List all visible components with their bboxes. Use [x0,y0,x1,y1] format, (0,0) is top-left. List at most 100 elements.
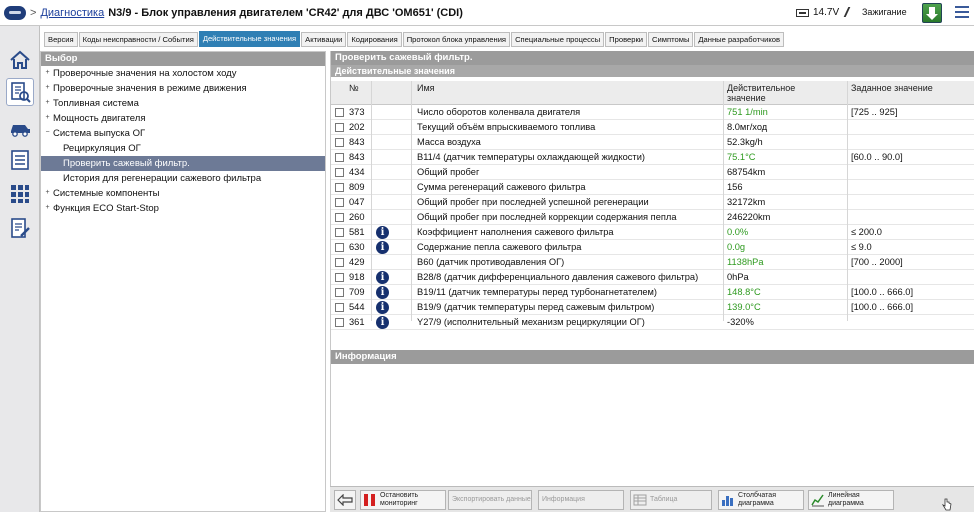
row-setpoint: [60.0 .. 90.0] [851,152,903,162]
breadcrumb-link-diagnostics[interactable]: Диагностика [40,7,104,19]
values-table: № Имя Действительное значение Заданное з… [331,81,974,330]
tab-developer-data[interactable]: Данные разработчиков [694,32,784,47]
row-checkbox[interactable] [335,288,344,297]
tree-item-check-dpf[interactable]: Проверить сажевый фильтр. [41,156,325,171]
line-chart-button[interactable]: Линейная диаграмма [808,490,894,510]
tab-checks[interactable]: Проверки [605,32,648,47]
column-header-actual[interactable]: Действительное значение [727,83,817,103]
table-row[interactable]: 429 B60 (датчик противодавления ОГ) 1138hP… [331,255,974,270]
tab-symptoms[interactable]: Симптомы [648,32,694,47]
row-checkbox[interactable] [335,183,344,192]
row-checkbox[interactable] [335,318,344,327]
bar-chart-button[interactable]: Столбчатая диаграмма [718,490,804,510]
tab-activations[interactable]: Активации [301,32,347,47]
table-row[interactable]: 544 i B19/9 (датчик температуры перед саже… [331,300,974,315]
expand-icon[interactable]: + [44,69,51,77]
tab-actual-values[interactable]: Действительные значения [198,31,301,47]
column-header-name[interactable]: Имя [417,83,723,93]
diagnostics-icon[interactable] [6,78,34,106]
row-actual-value: 52.3kg/h [727,137,763,147]
table-row[interactable]: 843 Масса воздуха 52.3kg/h [331,135,974,150]
table-row[interactable]: 361 i Y27/9 (исполнительный механизм рецир… [331,315,974,330]
row-setpoint: [100.0 .. 666.0] [851,287,914,297]
tab-special-procedures[interactable]: Специальные процессы [511,32,605,47]
row-checkbox[interactable] [335,168,344,177]
app-logo[interactable] [4,5,26,20]
row-checkbox[interactable] [335,213,344,222]
export-data-button[interactable]: Экспортировать данные [448,490,532,510]
row-checkbox[interactable] [335,228,344,237]
tree-item-idle-checks[interactable]: + Проверочные значения на холостом ходу [41,66,325,81]
expand-icon[interactable]: + [44,99,51,107]
stop-monitoring-button[interactable]: Остановить мониторинг [360,490,446,510]
table-view-button[interactable]: Таблица [630,490,712,510]
info-icon[interactable]: i [376,316,389,329]
row-checkbox[interactable] [335,273,344,282]
info-icon[interactable]: i [376,241,389,254]
table-row[interactable]: 918 i B28/8 (датчик дифференциального давл… [331,270,974,285]
expand-icon[interactable]: + [44,189,51,197]
line-chart-icon [811,494,824,507]
row-name: B60 (датчик противодавления ОГ) [417,257,565,267]
tree-item-engine-power[interactable]: + Мощность двигателя [41,111,325,126]
expand-icon[interactable]: + [44,114,51,122]
table-row[interactable]: 047 Общий пробег при последней успешной р… [331,195,974,210]
tree-item-fuel-system[interactable]: + Топливная система [41,96,325,111]
table-row[interactable]: 630 i Содержание пепла сажевого фильтра 0.0… [331,240,974,255]
row-checkbox[interactable] [335,138,344,147]
info-icon[interactable]: i [376,301,389,314]
row-checkbox[interactable] [335,243,344,252]
vehicle-icon[interactable] [6,114,34,142]
row-checkbox[interactable] [335,123,344,132]
table-header: № Имя Действительное значение Заданное з… [331,81,974,105]
list-icon[interactable] [6,146,34,174]
information-button[interactable]: Информация [538,490,624,510]
row-name: Сумма регенераций сажевого фильтра [417,182,586,192]
collapse-icon[interactable]: − [44,129,51,137]
tab-version[interactable]: Версия [44,32,78,47]
tree-item-exhaust-system[interactable]: − Система выпуска ОГ [41,126,325,141]
row-checkbox[interactable] [335,258,344,267]
row-name: Число оборотов коленвала двигателя [417,107,581,117]
info-icon[interactable]: i [376,286,389,299]
expand-icon[interactable]: + [44,204,51,212]
row-checkbox[interactable] [335,303,344,312]
row-checkbox[interactable] [335,198,344,207]
table-row[interactable]: 843 B11/4 (датчик температуры охлаждающей… [331,150,974,165]
tab-control-unit-log[interactable]: Протокол блока управления [402,32,511,47]
row-checkbox[interactable] [335,108,344,117]
table-row[interactable]: 709 i B19/11 (датчик температуры перед тур… [331,285,974,300]
table-row[interactable]: 434 Общий пробег 68754km [331,165,974,180]
table-row[interactable]: 373 Число оборотов коленвала двигателя 751… [331,105,974,120]
tab-fault-codes[interactable]: Коды неисправности / События [78,32,198,47]
row-setpoint: ≤ 200.0 [851,227,882,237]
home-icon[interactable] [6,46,34,74]
column-header-setpoint[interactable]: Заданное значение [851,83,971,93]
row-name: Y27/9 (исполнительный механизм рециркуля… [417,317,645,327]
info-icon[interactable]: i [376,226,389,239]
grid-icon[interactable] [6,180,34,208]
menu-icon[interactable] [955,6,969,18]
tree-item-eco-start-stop[interactable]: + Функция ECO Start-Stop [41,201,325,216]
expand-icon[interactable]: + [44,84,51,92]
table-row[interactable]: 581 i Коэффициент наполнения сажевого филь… [331,225,974,240]
tree-item-egr[interactable]: Рециркуляция ОГ [41,141,325,156]
row-actual-value: 0hPa [727,272,749,282]
tree-item-driving-checks[interactable]: + Проверочные значения в режиме движения [41,81,325,96]
table-row[interactable]: 202 Текущий объём впрыскиваемого топлива 8… [331,120,974,135]
table-row[interactable]: 809 Сумма регенераций сажевого фильтра 156 [331,180,974,195]
ignition-label: Зажигание [862,7,907,17]
table-row[interactable]: 260 Общий пробег при последней коррекции … [331,210,974,225]
row-actual-value: 32172km [727,197,766,207]
document-edit-icon[interactable] [6,214,34,242]
row-name: B19/9 (датчик температуры перед сажевым … [417,302,655,312]
tree-item-dpf-regeneration-history[interactable]: История для регенерации сажевого фильтра [41,171,325,186]
tree-item-system-components[interactable]: + Системные компоненты [41,186,325,201]
row-name: Текущий объём впрыскиваемого топлива [417,122,596,132]
row-checkbox[interactable] [335,153,344,162]
row-actual-value: 0.0g [727,242,746,252]
back-button[interactable] [334,490,356,510]
tab-coding[interactable]: Кодирования [347,32,402,47]
info-icon[interactable]: i [376,271,389,284]
download-icon[interactable] [922,3,942,23]
